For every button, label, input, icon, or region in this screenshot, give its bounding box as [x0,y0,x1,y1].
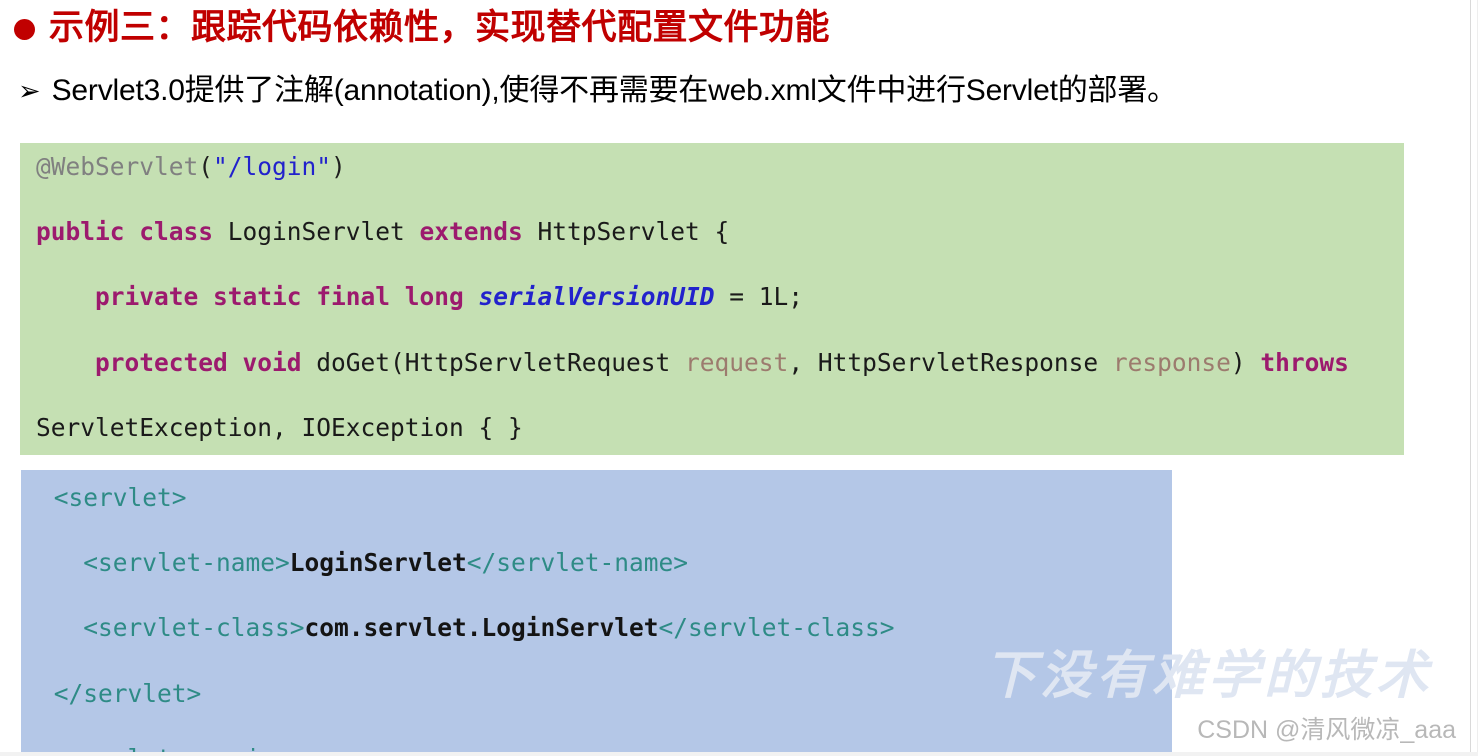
code-token-field: serialVersionUID [478,282,715,312]
code-token-plain: = 1L; [714,282,804,312]
code-token-plain: HttpServlet { [537,217,730,247]
code-token-plain: doGet(HttpServletRequest [316,347,686,377]
code-token-tag: </servlet-name> [466,548,689,578]
code-token-tag: </servlet> [39,678,202,708]
filled-circle-bullet-icon [14,19,35,41]
java-code-block: @WebServlet("/login") public class Login… [20,143,1404,455]
code-token-tag: </servlet-class> [658,613,895,643]
code-token-param: response [1112,347,1231,377]
code-line: private static final long serialVersionU… [36,281,1404,314]
code-token-plain: ) [1230,347,1261,377]
code-token-kw: private static final long [95,282,479,312]
code-token-plain: LoginServlet [227,217,420,247]
code-line: <servlet-class>com.servlet.LoginServlet<… [39,612,1172,645]
code-line: protected void doGet(HttpServletRequest … [36,347,1404,380]
code-token-content: com.servlet.LoginServlet [304,613,659,643]
code-token-plain: , HttpServletResponse [788,347,1113,377]
code-token-content: LoginServlet [289,548,467,578]
code-token-plain: ServletException, IOException { } [36,412,523,442]
slide-canvas: 示例三：跟踪代码依赖性，实现替代配置文件功能 ➢ Servlet3.0提供了注解… [0,0,1478,756]
slide-subheading: ➢ Servlet3.0提供了注解(annotation),使得不再需要在web… [18,72,1468,110]
slide-heading: 示例三：跟踪代码依赖性，实现替代配置文件功能 [14,8,1454,48]
code-token-tag: <servlet> [39,483,187,512]
code-line: </servlet> [39,678,1172,711]
code-token-punct: ) [331,152,346,181]
code-token-kw: throws [1260,347,1349,377]
code-token-tag: <servlet-class> [39,613,305,643]
code-line: ServletException, IOException { } [36,412,1404,445]
code-token-punct: ( [198,152,214,181]
code-token-kw: public class [36,217,228,247]
page-title: 示例三：跟踪代码依赖性，实现替代配置文件功能 [49,8,831,48]
code-token-kw: extends [419,217,538,247]
code-line: @WebServlet("/login") [36,151,1404,184]
code-token-string: "/login" [213,152,332,181]
code-line: public class LoginServlet extends HttpSe… [36,216,1404,249]
code-token-anno: @WebServlet [36,152,199,181]
xml-code-block: <servlet> <servlet-name>LoginServlet</se… [21,470,1172,756]
page-bottom-border [0,752,1478,756]
page-right-border [1470,0,1471,756]
csdn-watermark: CSDN @清风微凉_aaa [1197,716,1456,744]
arrow-bullet-icon: ➢ [18,76,41,107]
code-line: <servlet-name>LoginServlet</servlet-name… [39,547,1172,580]
code-token-kw: protected void [95,347,317,377]
code-token-tag: <servlet-name> [39,548,290,578]
code-line: <servlet> [39,482,1172,515]
code-token-param: request [685,347,789,377]
subheading-text: Servlet3.0提供了注解(annotation),使得不再需要在web.x… [51,74,1178,107]
